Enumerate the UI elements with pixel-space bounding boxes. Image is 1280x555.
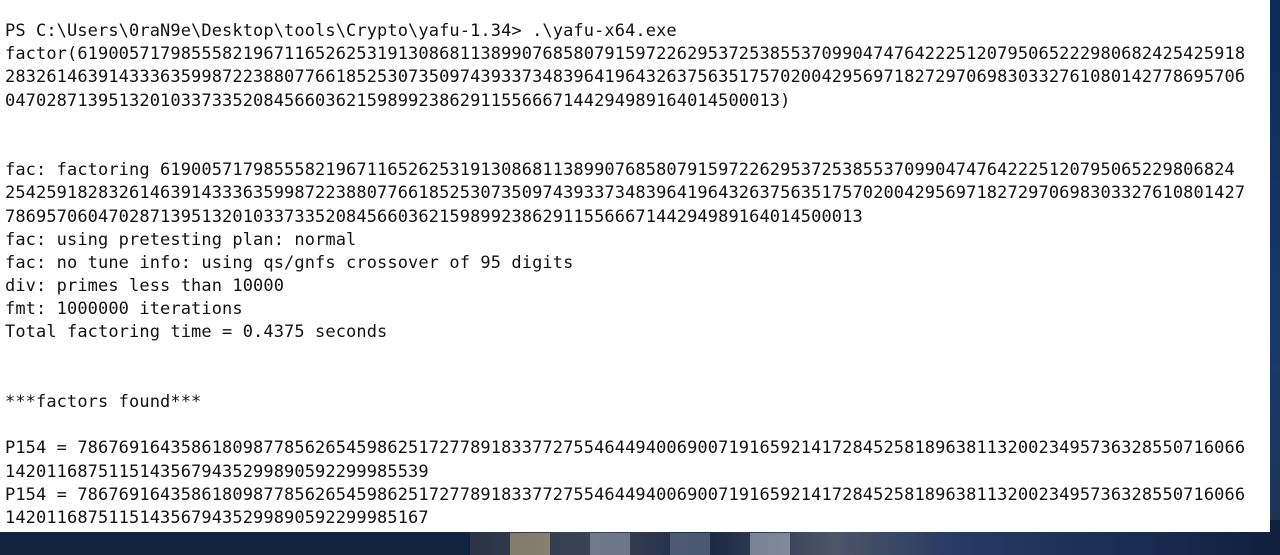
factor-line: P154 = 786769164358618098778562654598625… <box>5 484 1246 505</box>
output-line: fmt: 1000000 iterations <box>5 299 243 320</box>
factor-line: 1420116875115143567943529989059229998553… <box>5 461 429 482</box>
factor-line: 1420116875115143567943529989059229998516… <box>5 507 429 528</box>
desktop-wallpaper-edge <box>1270 0 1280 555</box>
output-line: 2542591828326146391433363599872238807766… <box>5 183 1246 204</box>
factor-line: P154 = 786769164358618098778562654598625… <box>5 438 1246 459</box>
output-line: fac: using pretesting plan: normal <box>5 229 357 250</box>
powershell-console[interactable]: PS C:\Users\0raN9e\Desktop\tools\Crypto\… <box>0 0 1270 532</box>
input-line: factor(619005717985558219671165262531913… <box>5 44 1246 65</box>
output-line: 7869570604702871395132010337335208456603… <box>5 206 863 227</box>
wallpaper-detail <box>510 533 550 555</box>
wallpaper-detail <box>590 533 630 555</box>
output-line: fac: no tune info: using qs/gnfs crossov… <box>5 252 574 273</box>
output-line: Total factoring time = 0.4375 seconds <box>5 322 388 343</box>
prompt-line: PS C:\Users\0raN9e\Desktop\tools\Crypto\… <box>5 21 677 41</box>
input-line: 2832614639143336359987223880776618525307… <box>5 67 1246 88</box>
factors-header: ***factors found*** <box>5 392 202 412</box>
wallpaper-detail <box>750 533 790 555</box>
output-line: fac: factoring 6190057179855582196711652… <box>5 160 1235 181</box>
wallpaper-detail <box>670 533 710 555</box>
input-line: 0470287139513201033733520845660362159899… <box>5 90 791 111</box>
output-line: div: primes less than 10000 <box>5 276 285 297</box>
